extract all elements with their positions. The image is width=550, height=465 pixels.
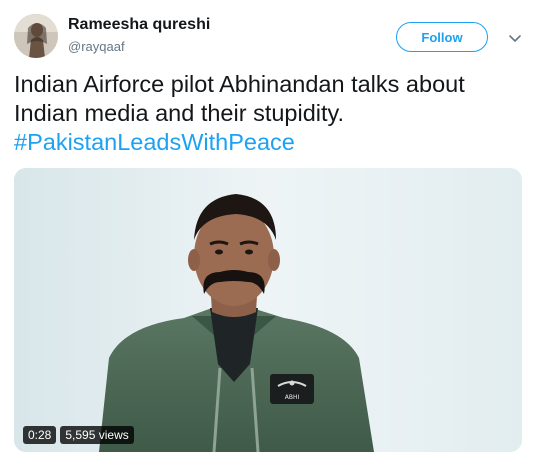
video-badges: 0:28 5,595 views	[23, 426, 134, 444]
hashtag-link[interactable]: #PakistanLeadsWithPeace	[14, 128, 534, 157]
tweet-text-line: Indian media and their stupidity.	[14, 100, 345, 126]
video-views: 5,595 views	[60, 426, 134, 444]
chevron-down-icon[interactable]	[507, 30, 523, 46]
tweet-text: Indian Airforce pilot Abhinandan talks a…	[14, 70, 534, 157]
author-name[interactable]: Rameesha qureshi	[68, 16, 210, 34]
avatar-image	[14, 14, 58, 58]
author-handle[interactable]: @rayqaaf	[68, 39, 125, 54]
tweet-card: Rameesha qureshi @rayqaaf Follow Indian …	[0, 0, 550, 465]
name-patch-text: ABHI	[284, 394, 300, 401]
follow-button[interactable]: Follow	[396, 22, 488, 52]
video-player[interactable]: ABHI 0:28 5,595 views	[14, 168, 522, 452]
avatar[interactable]	[14, 14, 58, 58]
video-thumbnail	[14, 168, 522, 452]
video-duration: 0:28	[23, 426, 57, 444]
tweet-text-line: Indian Airforce pilot Abhinandan talks a…	[14, 71, 465, 97]
